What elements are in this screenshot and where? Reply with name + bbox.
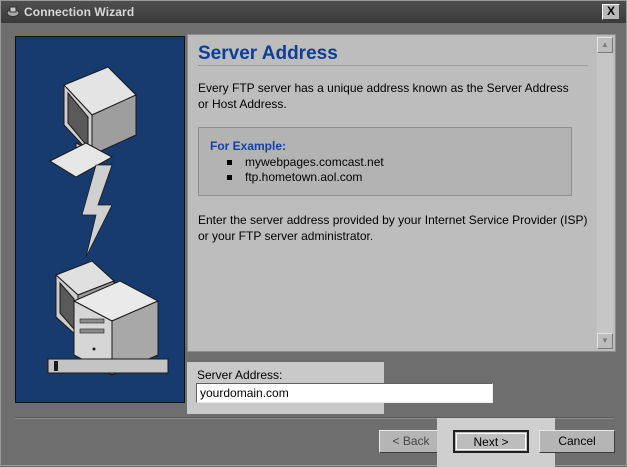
window-title: Connection Wizard (24, 5, 135, 19)
back-button[interactable]: < Back (379, 430, 443, 453)
example-title: For Example: (210, 139, 287, 153)
app-icon (6, 6, 20, 17)
example-box: For Example: mywebpages.comcast.net ftp.… (198, 127, 572, 196)
vertical-scrollbar[interactable]: ▲ ▼ (597, 37, 613, 349)
bullet-icon (227, 160, 232, 165)
network-illustration-icon (47, 66, 169, 376)
example-list: mywebpages.comcast.net ftp.hometown.aol.… (227, 155, 384, 185)
title-divider (198, 65, 588, 66)
connection-wizard-window: Connection Wizard X Server Address Every… (0, 0, 627, 467)
scroll-down-icon[interactable]: ▼ (597, 333, 613, 349)
server-address-label: Server Address: (197, 368, 283, 382)
intro-text: Every FTP server has a unique address kn… (198, 81, 569, 111)
scroll-up-icon[interactable]: ▲ (597, 37, 613, 53)
title-bar[interactable]: Connection Wizard X (1, 1, 626, 23)
close-button[interactable]: X (602, 4, 620, 20)
example-address: mywebpages.comcast.net (245, 155, 384, 169)
list-item: ftp.hometown.aol.com (227, 170, 384, 185)
instructions-text: Enter the server address provided by you… (198, 213, 588, 243)
bullet-icon (227, 175, 232, 180)
content-panel: Server Address Every FTP server has a un… (187, 34, 616, 352)
next-button[interactable]: Next > (453, 430, 529, 453)
page-title: Server Address (198, 43, 338, 64)
cancel-button[interactable]: Cancel (539, 430, 615, 453)
list-item: mywebpages.comcast.net (227, 155, 384, 170)
example-address: ftp.hometown.aol.com (245, 170, 363, 184)
server-address-input[interactable] (196, 383, 493, 403)
wizard-illustration (15, 36, 185, 403)
